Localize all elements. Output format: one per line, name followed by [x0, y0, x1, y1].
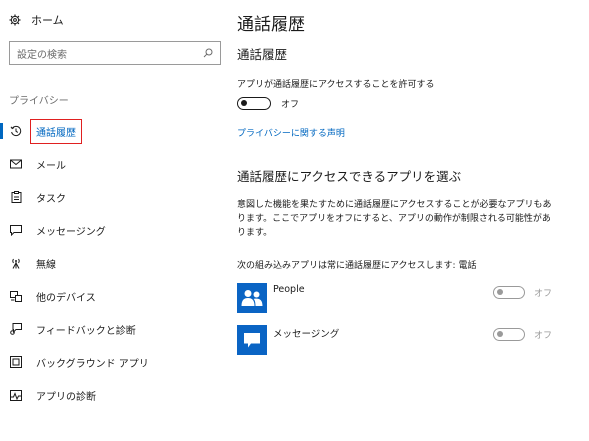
- sidebar-item-mail[interactable]: メール: [0, 153, 232, 175]
- sidebar-item-call-history[interactable]: 通話履歴: [0, 118, 232, 144]
- toggle-knob: [497, 331, 503, 337]
- sidebar-item-feedback[interactable]: フィードバックと診断: [0, 318, 232, 340]
- section-label-privacy: プライバシー: [9, 96, 69, 107]
- allow-access-toggle-row: オフ: [237, 97, 299, 110]
- allow-access-toggle[interactable]: [237, 97, 271, 110]
- app-diagnostics-icon: [10, 389, 22, 401]
- section-title: 通話履歴: [237, 47, 288, 62]
- main-content: 通話履歴 通話履歴 アプリが通話履歴にアクセスすることを許可する オフ プライバ…: [237, 0, 582, 441]
- choose-apps-description: 意図した機能を果たすために通話履歴にアクセスすることが必要なアプリもあります。こ…: [237, 200, 552, 238]
- people-icon: [237, 283, 267, 313]
- sidebar-item-label: バックグラウンド アプリ: [36, 358, 149, 370]
- sidebar-item-messaging[interactable]: メッセージング: [0, 219, 232, 241]
- sidebar-item-label: 通話履歴: [30, 118, 82, 144]
- choose-apps-heading: 通話履歴にアクセスできるアプリを選ぶ: [237, 169, 462, 184]
- search-placeholder: 設定の検索: [17, 49, 67, 61]
- sidebar-item-app-diagnostics[interactable]: アプリの診断: [0, 384, 232, 406]
- home-link[interactable]: ホーム: [9, 12, 64, 28]
- radio-icon: [10, 257, 22, 269]
- allow-access-state: オフ: [281, 100, 300, 110]
- app-toggle-row: オフ: [493, 286, 552, 299]
- sidebar: ホーム 設定の検索 プライバシー 通話履歴 メール タスク メッセージング 無線…: [0, 0, 232, 441]
- app-name: People: [273, 284, 305, 295]
- people-access-toggle[interactable]: [493, 286, 525, 299]
- allow-access-description: アプリが通話履歴にアクセスすることを許可する: [237, 80, 435, 90]
- history-icon: [10, 125, 22, 137]
- task-icon: [10, 191, 22, 203]
- toggle-knob: [497, 289, 503, 295]
- app-name: メッセージング: [273, 329, 340, 340]
- sidebar-item-label: 他のデバイス: [36, 292, 96, 304]
- builtin-apps-note: 次の組み込みアプリは常に通話履歴にアクセスします: 電話: [237, 261, 477, 271]
- sidebar-item-tasks[interactable]: タスク: [0, 186, 232, 208]
- sidebar-item-label: アプリの診断: [36, 391, 96, 403]
- messaging-access-toggle[interactable]: [493, 328, 525, 341]
- home-label: ホーム: [31, 14, 64, 27]
- gear-icon: [9, 14, 21, 26]
- search-icon: [203, 48, 213, 58]
- mail-icon: [10, 158, 22, 170]
- privacy-statement-link[interactable]: プライバシーに関する声明: [237, 126, 345, 139]
- sidebar-item-radios[interactable]: 無線: [0, 252, 232, 274]
- sidebar-item-label: タスク: [36, 193, 66, 205]
- sidebar-item-label: メッセージング: [36, 226, 106, 238]
- app-row-people: People オフ: [237, 283, 577, 315]
- active-indicator: [0, 123, 3, 139]
- app-toggle-state: オフ: [534, 289, 553, 299]
- sidebar-item-label: フィードバックと診断: [36, 325, 136, 337]
- sidebar-item-label: 無線: [36, 259, 56, 271]
- page-title: 通話履歴: [237, 15, 305, 35]
- app-toggle-state: オフ: [534, 331, 553, 341]
- app-toggle-row: オフ: [493, 328, 552, 341]
- chat-icon: [10, 224, 22, 236]
- sidebar-item-background-apps[interactable]: バックグラウンド アプリ: [0, 351, 232, 373]
- toggle-knob: [241, 100, 247, 106]
- feedback-icon: [10, 323, 22, 335]
- background-apps-icon: [10, 356, 22, 368]
- sidebar-item-label: メール: [36, 160, 66, 172]
- devices-icon: [10, 290, 22, 302]
- sidebar-item-other-devices[interactable]: 他のデバイス: [0, 285, 232, 307]
- messaging-icon: [237, 325, 267, 355]
- app-row-messaging: メッセージング オフ: [237, 325, 577, 357]
- search-input[interactable]: 設定の検索: [9, 41, 221, 65]
